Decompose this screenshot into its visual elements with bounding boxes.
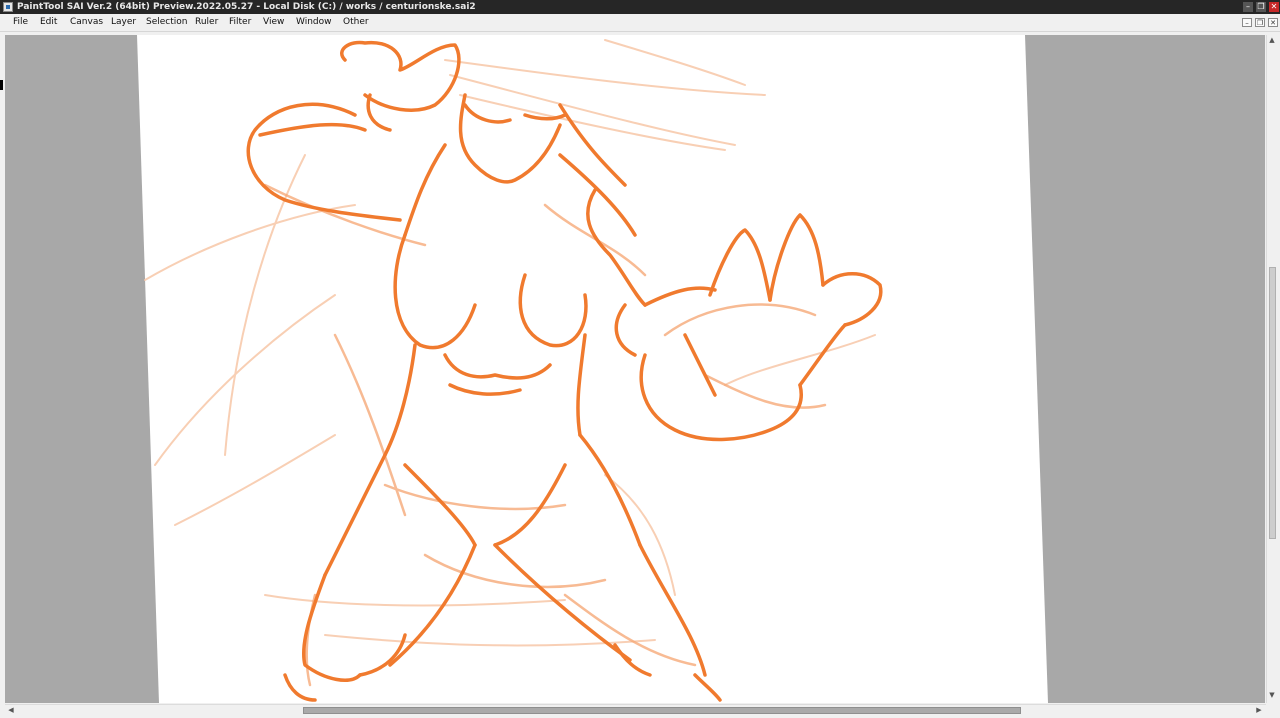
scroll-up-icon[interactable]: ▲: [1267, 36, 1277, 44]
maximize-button[interactable]: ❐: [1256, 2, 1266, 12]
menu-selection[interactable]: Selection: [146, 14, 187, 31]
close-button[interactable]: ✕: [1269, 2, 1279, 12]
doc-restore-button[interactable]: ❐: [1255, 18, 1265, 27]
drawing-canvas[interactable]: [5, 35, 1265, 703]
menu-filter[interactable]: Filter: [229, 14, 251, 31]
scroll-right-icon[interactable]: ▶: [1254, 706, 1264, 714]
menu-ruler[interactable]: Ruler: [195, 14, 218, 31]
scroll-down-icon[interactable]: ▼: [1267, 691, 1277, 699]
horizontal-scroll-thumb[interactable]: [303, 707, 1021, 714]
menu-window[interactable]: Window: [296, 14, 332, 31]
menu-layer[interactable]: Layer: [111, 14, 136, 31]
menu-file[interactable]: File: [13, 14, 28, 31]
app-icon: [3, 2, 13, 12]
title-bar: PaintTool SAI Ver.2 (64bit) Preview.2022…: [0, 0, 1280, 14]
doc-minimize-button[interactable]: –: [1242, 18, 1252, 27]
minimize-button[interactable]: –: [1243, 2, 1253, 12]
canvas-workspace[interactable]: [5, 35, 1265, 703]
vertical-scroll-thumb[interactable]: [1269, 267, 1276, 539]
vertical-scrollbar[interactable]: ▲ ▼: [1266, 35, 1278, 703]
doc-close-button[interactable]: ✕: [1268, 18, 1278, 27]
menu-canvas[interactable]: Canvas: [70, 14, 103, 31]
horizontal-scrollbar[interactable]: ◀ ▶: [5, 704, 1266, 716]
menu-bar: File Edit Canvas Layer Selection Ruler F…: [0, 14, 1280, 32]
menu-other[interactable]: Other: [343, 14, 369, 31]
scrollbar-corner: [1266, 704, 1280, 718]
edge-marker: [0, 80, 3, 90]
window-title: PaintTool SAI Ver.2 (64bit) Preview.2022…: [17, 2, 476, 12]
menu-edit[interactable]: Edit: [40, 14, 57, 31]
scroll-left-icon[interactable]: ◀: [6, 706, 16, 714]
canvas-paper: [137, 35, 1048, 703]
menu-view[interactable]: View: [263, 14, 284, 31]
